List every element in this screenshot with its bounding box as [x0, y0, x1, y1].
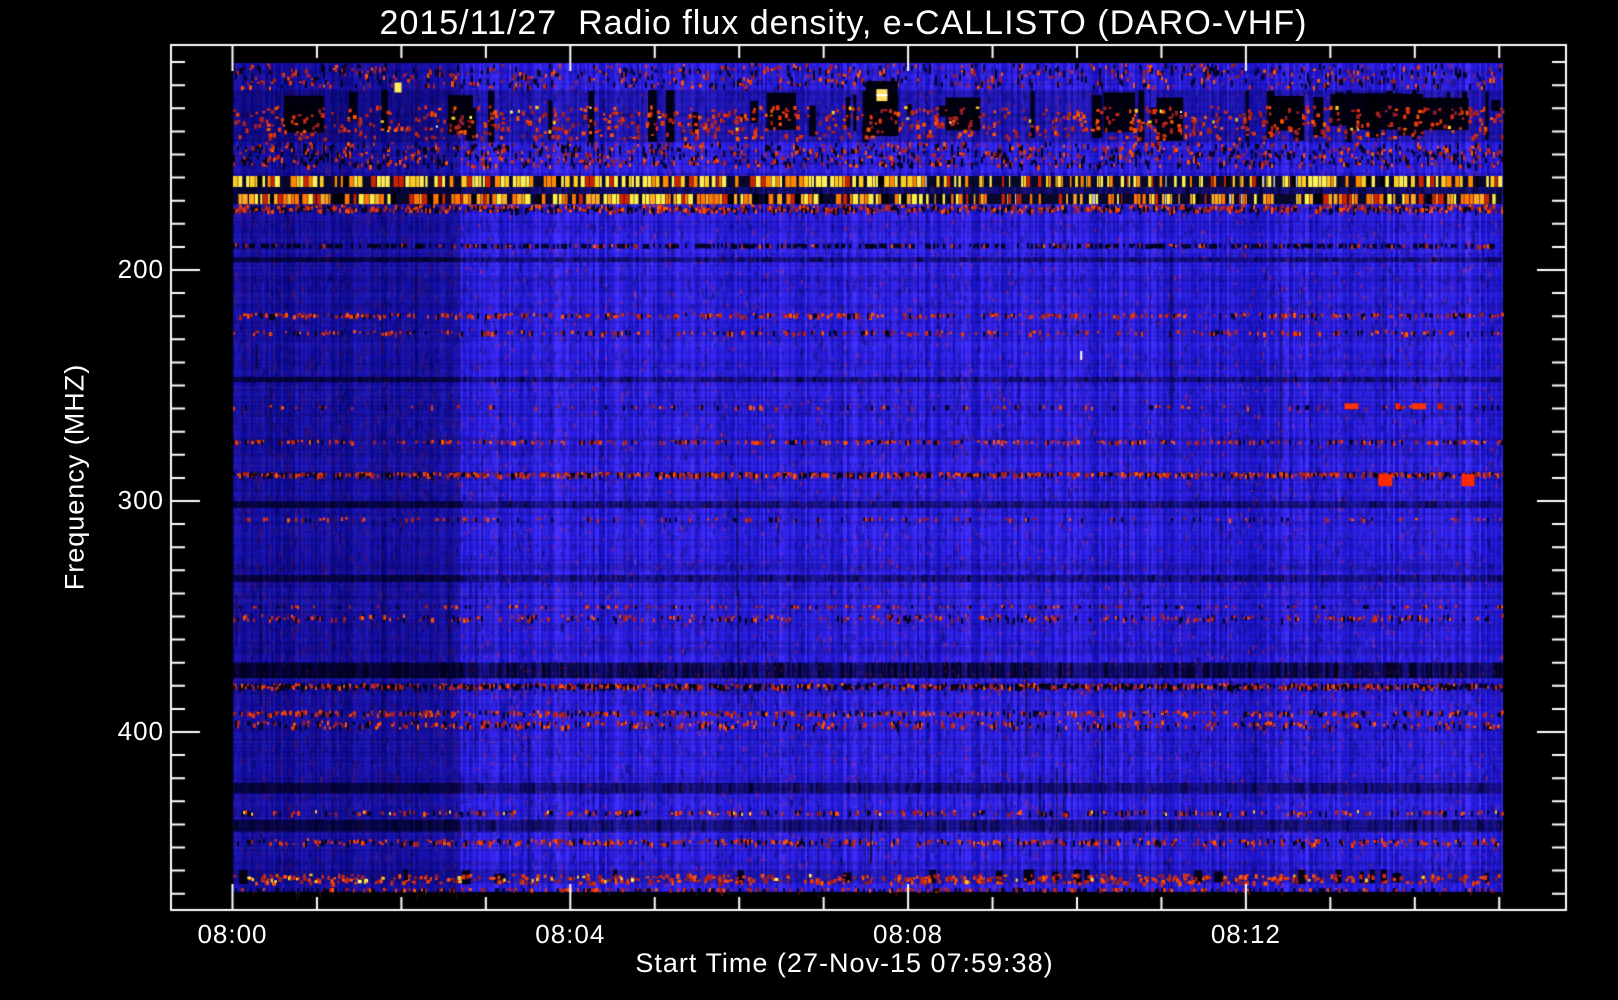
x-tick-label: 08:04: [535, 919, 606, 949]
x-axis-label: Start Time (27-Nov-15 07:59:38): [635, 948, 1054, 978]
y-axis-label: Frequency (MHZ): [59, 363, 90, 591]
x-tick-label: 08:12: [1210, 919, 1281, 949]
y-tick-label: 200: [117, 254, 164, 284]
x-tick-label: 08:00: [197, 919, 268, 949]
y-tick-label: 300: [117, 485, 164, 515]
spectrogram-plot-canvas: [0, 0, 1618, 1000]
chart-title: 2015/11/27 Radio flux density, e-CALLIST…: [379, 4, 1308, 42]
spectrogram-screen: { "chart_data": { "type": "heatmap", "su…: [0, 0, 1618, 1000]
x-tick-label: 08:08: [873, 919, 944, 949]
y-tick-label: 400: [117, 716, 164, 746]
